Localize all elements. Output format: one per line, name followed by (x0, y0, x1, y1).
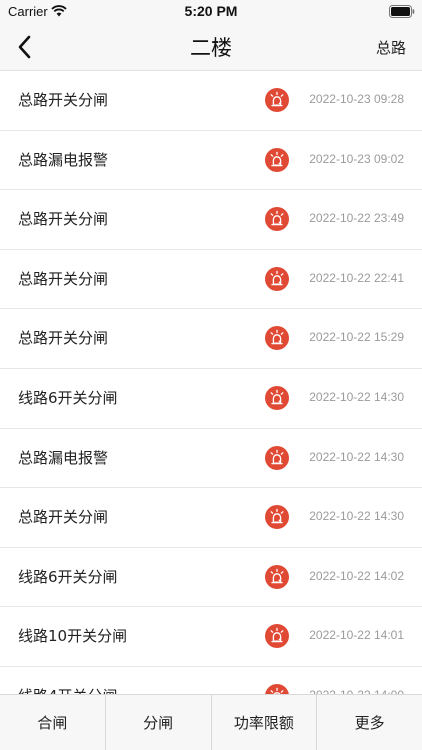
alarm-light-icon (265, 505, 289, 530)
page-title: 二楼 (190, 36, 232, 60)
alarm-record-list[interactable]: 总路开关分闸 2022-10-23 09:28 总路漏电报警 2022-10-2… (0, 71, 422, 694)
record-time: 2022-10-22 14:30 (309, 509, 404, 524)
record-time: 2022-10-22 14:01 (309, 628, 404, 643)
record-title: 总路漏电报警 (18, 150, 109, 169)
open-breaker-button[interactable]: 分闸 (106, 695, 212, 750)
status-bar: Carrier 5:20 PM (0, 0, 422, 24)
power-limit-button[interactable]: 功率限额 (212, 695, 318, 750)
record-title: 线路4开关分闸 (18, 685, 118, 694)
close-breaker-button[interactable]: 合闸 (0, 695, 106, 750)
nav-right-button[interactable]: 总路 (376, 37, 406, 58)
record-title: 总路开关分闸 (18, 91, 109, 109)
record-time: 2022-10-22 14:30 (309, 449, 404, 464)
alarm-light-icon (265, 445, 289, 470)
alarm-light-icon (265, 624, 289, 649)
record-title: 总路开关分闸 (18, 329, 109, 348)
alarm-record-row[interactable]: 线路6开关分闸 2022-10-22 14:30 (0, 369, 422, 429)
alarm-light-icon (265, 207, 289, 232)
record-time: 2022-10-22 22:41 (309, 270, 404, 285)
record-title: 总路开关分闸 (18, 210, 109, 229)
record-title: 总路漏电报警 (18, 448, 109, 467)
alarm-record-row[interactable]: 总路漏电报警 2022-10-22 14:30 (0, 429, 422, 489)
record-title: 线路10开关分闸 (18, 627, 128, 646)
record-title: 总路开关分闸 (18, 269, 109, 288)
alarm-light-icon (265, 385, 289, 410)
clock: 5:20 PM (184, 3, 238, 19)
record-title: 线路6开关分闸 (18, 388, 118, 407)
action-toolbar: 合闸 分闸 功率限额 更多 (0, 694, 422, 750)
more-button[interactable]: 更多 (317, 695, 422, 750)
alarm-light-icon (265, 564, 289, 589)
alarm-record-row[interactable]: 线路4开关分闸 2022-10-22 14:00 (0, 667, 422, 694)
alarm-light-icon (265, 326, 289, 351)
record-time: 2022-10-22 23:49 (309, 211, 404, 226)
record-time: 2022-10-23 09:02 (309, 151, 404, 166)
record-time: 2022-10-22 14:02 (309, 568, 404, 583)
record-time: 2022-10-23 09:28 (309, 92, 404, 106)
alarm-light-icon (265, 147, 289, 172)
alarm-record-row[interactable]: 总路开关分闸 2022-10-22 22:41 (0, 250, 422, 310)
alarm-record-row[interactable]: 总路开关分闸 2022-10-22 15:29 (0, 309, 422, 369)
alarm-record-row[interactable]: 总路开关分闸 2022-10-23 09:28 (0, 71, 422, 131)
alarm-record-row[interactable]: 总路漏电报警 2022-10-23 09:02 (0, 131, 422, 191)
alarm-record-row[interactable]: 总路开关分闸 2022-10-22 23:49 (0, 190, 422, 250)
alarm-light-icon (265, 683, 289, 694)
navigation-bar: 二楼 总路 (0, 24, 422, 71)
battery-icon (389, 5, 415, 18)
alarm-light-icon (265, 88, 289, 112)
record-title: 总路开关分闸 (18, 508, 109, 527)
alarm-record-row[interactable]: 总路开关分闸 2022-10-22 14:30 (0, 488, 422, 548)
record-time: 2022-10-22 14:30 (309, 389, 404, 404)
chevron-left-icon[interactable] (10, 32, 40, 62)
record-time: 2022-10-22 15:29 (309, 330, 404, 345)
record-title: 线路6开关分闸 (18, 567, 118, 586)
alarm-record-row[interactable]: 线路10开关分闸 2022-10-22 14:01 (0, 607, 422, 667)
alarm-record-row[interactable]: 线路6开关分闸 2022-10-22 14:02 (0, 548, 422, 608)
alarm-light-icon (265, 266, 289, 291)
